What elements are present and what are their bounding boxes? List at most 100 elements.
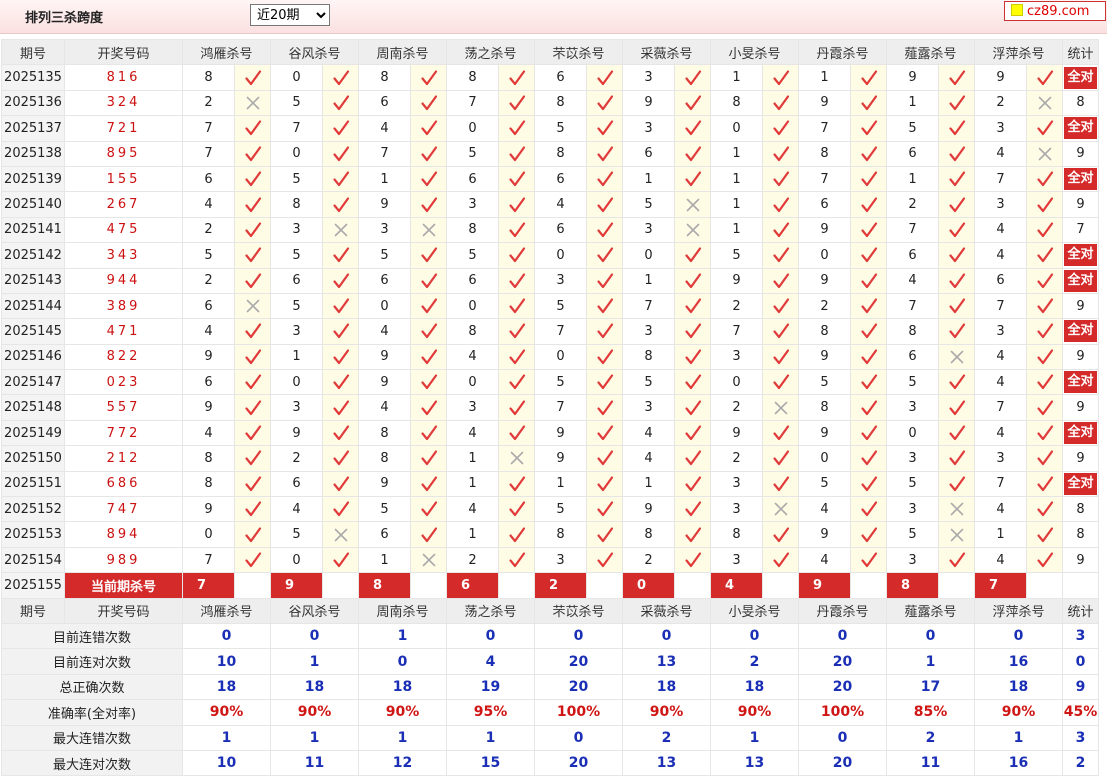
summary-value: 17 [886, 673, 975, 701]
cross-icon [246, 96, 259, 110]
result-cell [674, 470, 711, 498]
check-icon [1036, 171, 1053, 187]
check-icon [508, 273, 525, 288]
result-cell [234, 496, 271, 523]
period-cell: 2025147 [1, 369, 65, 396]
stat-cell: 全对 [1062, 242, 1099, 269]
result-cell [498, 521, 535, 548]
result-cell [674, 445, 711, 472]
kill-number-cell: 3 [710, 546, 763, 574]
check-icon [420, 425, 437, 441]
current-kill-number: 6 [446, 572, 499, 599]
check-icon [684, 527, 701, 542]
result-cell [234, 546, 271, 574]
kill-number-cell: 4 [182, 419, 235, 447]
kill-number-cell: 3 [270, 394, 323, 421]
kill-number-cell: 7 [974, 165, 1027, 193]
result-cell [1026, 191, 1063, 218]
result-cell [762, 394, 799, 421]
check-icon [772, 298, 789, 314]
summary-value: 1 [974, 724, 1063, 751]
result-cell [234, 318, 271, 345]
check-icon [332, 171, 349, 187]
draw-number-cell: 155 [64, 165, 183, 193]
result-cell [674, 292, 711, 320]
kill-number-cell: 7 [182, 115, 235, 142]
kill-number-cell: 0 [446, 369, 499, 396]
check-icon [1036, 552, 1053, 568]
kill-number-cell: 2 [710, 394, 763, 421]
result-cell [762, 292, 799, 320]
result-cell [586, 115, 623, 142]
kill-number-cell: 8 [798, 394, 851, 421]
result-cell [410, 318, 447, 345]
check-icon [420, 349, 437, 364]
result-cell [234, 445, 271, 472]
current-blank-cell [498, 572, 535, 599]
summary-value: 20 [798, 648, 887, 675]
kill-number-cell: 7 [358, 140, 411, 167]
draw-number-cell: 686 [64, 470, 183, 498]
result-cell [410, 521, 447, 548]
check-icon [948, 146, 965, 161]
stat-cell: 8 [1062, 521, 1099, 548]
period-range-select[interactable]: 近20期 [250, 4, 330, 26]
check-icon [508, 374, 525, 390]
check-icon [596, 69, 613, 85]
kill-number-cell: 3 [710, 496, 763, 523]
stat-cell: 全对 [1062, 267, 1099, 294]
draw-number-cell: 557 [64, 394, 183, 421]
summary-stat: 3 [1062, 622, 1099, 650]
result-cell [850, 546, 887, 574]
result-cell [410, 242, 447, 269]
kill-number-cell: 1 [534, 470, 587, 498]
result-cell [410, 394, 447, 421]
check-icon [420, 476, 437, 491]
result-cell [762, 216, 799, 244]
col-header-expert: 鸿雁杀号 [182, 597, 271, 624]
summary-value: 1 [886, 648, 975, 675]
check-icon [332, 273, 349, 288]
kill-number-cell: 1 [710, 64, 763, 91]
summary-label: 最大连对次数 [1, 749, 183, 776]
current-kill-number: 8 [886, 572, 939, 599]
result-cell [938, 216, 975, 244]
check-icon [684, 374, 701, 390]
result-cell [762, 369, 799, 396]
kill-number-cell: 2 [182, 216, 235, 244]
summary-value: 20 [534, 648, 623, 675]
result-cell [322, 89, 359, 117]
check-icon [772, 222, 789, 238]
check-icon [420, 247, 437, 263]
result-cell [938, 267, 975, 294]
col-header-expert: 鸿雁杀号 [182, 38, 271, 66]
check-icon [332, 476, 349, 491]
check-icon [596, 552, 613, 568]
check-icon [244, 527, 261, 542]
check-icon [332, 69, 349, 85]
check-icon [596, 273, 613, 288]
kill-number-cell: 9 [710, 267, 763, 294]
current-kill-label: 当前期杀号 [64, 572, 183, 599]
kill-number-cell: 8 [358, 445, 411, 472]
kill-number-cell: 9 [622, 496, 675, 523]
kill-number-cell: 9 [710, 419, 763, 447]
kill-number-cell: 4 [182, 191, 235, 218]
check-icon [1036, 374, 1053, 390]
kill-number-cell: 2 [622, 546, 675, 574]
kill-number-cell: 3 [622, 318, 675, 345]
site-logo[interactable]: cz89.com [1004, 1, 1106, 21]
kill-number-cell: 4 [974, 546, 1027, 574]
kill-number-cell: 9 [358, 191, 411, 218]
period-cell: 2025138 [1, 140, 65, 167]
kill-number-cell: 4 [974, 369, 1027, 396]
summary-value: 0 [798, 724, 887, 751]
kill-number-cell: 4 [798, 546, 851, 574]
cross-icon [686, 223, 699, 237]
summary-value: 90% [974, 699, 1063, 726]
result-cell [938, 191, 975, 218]
table-header-row: 期号 开奖号码 鸿雁杀号 谷风杀号 周南杀号 荡之杀号 芣苡杀号 采薇杀号 小旻杀号 丹霞杀号 薤露… [1, 597, 1099, 624]
table-row: 2025152 747 9 4 5 4 5 9 3 4 3 4 8 [1, 496, 1099, 523]
summary-value: 20 [798, 749, 887, 776]
kill-number-cell: 3 [710, 470, 763, 498]
